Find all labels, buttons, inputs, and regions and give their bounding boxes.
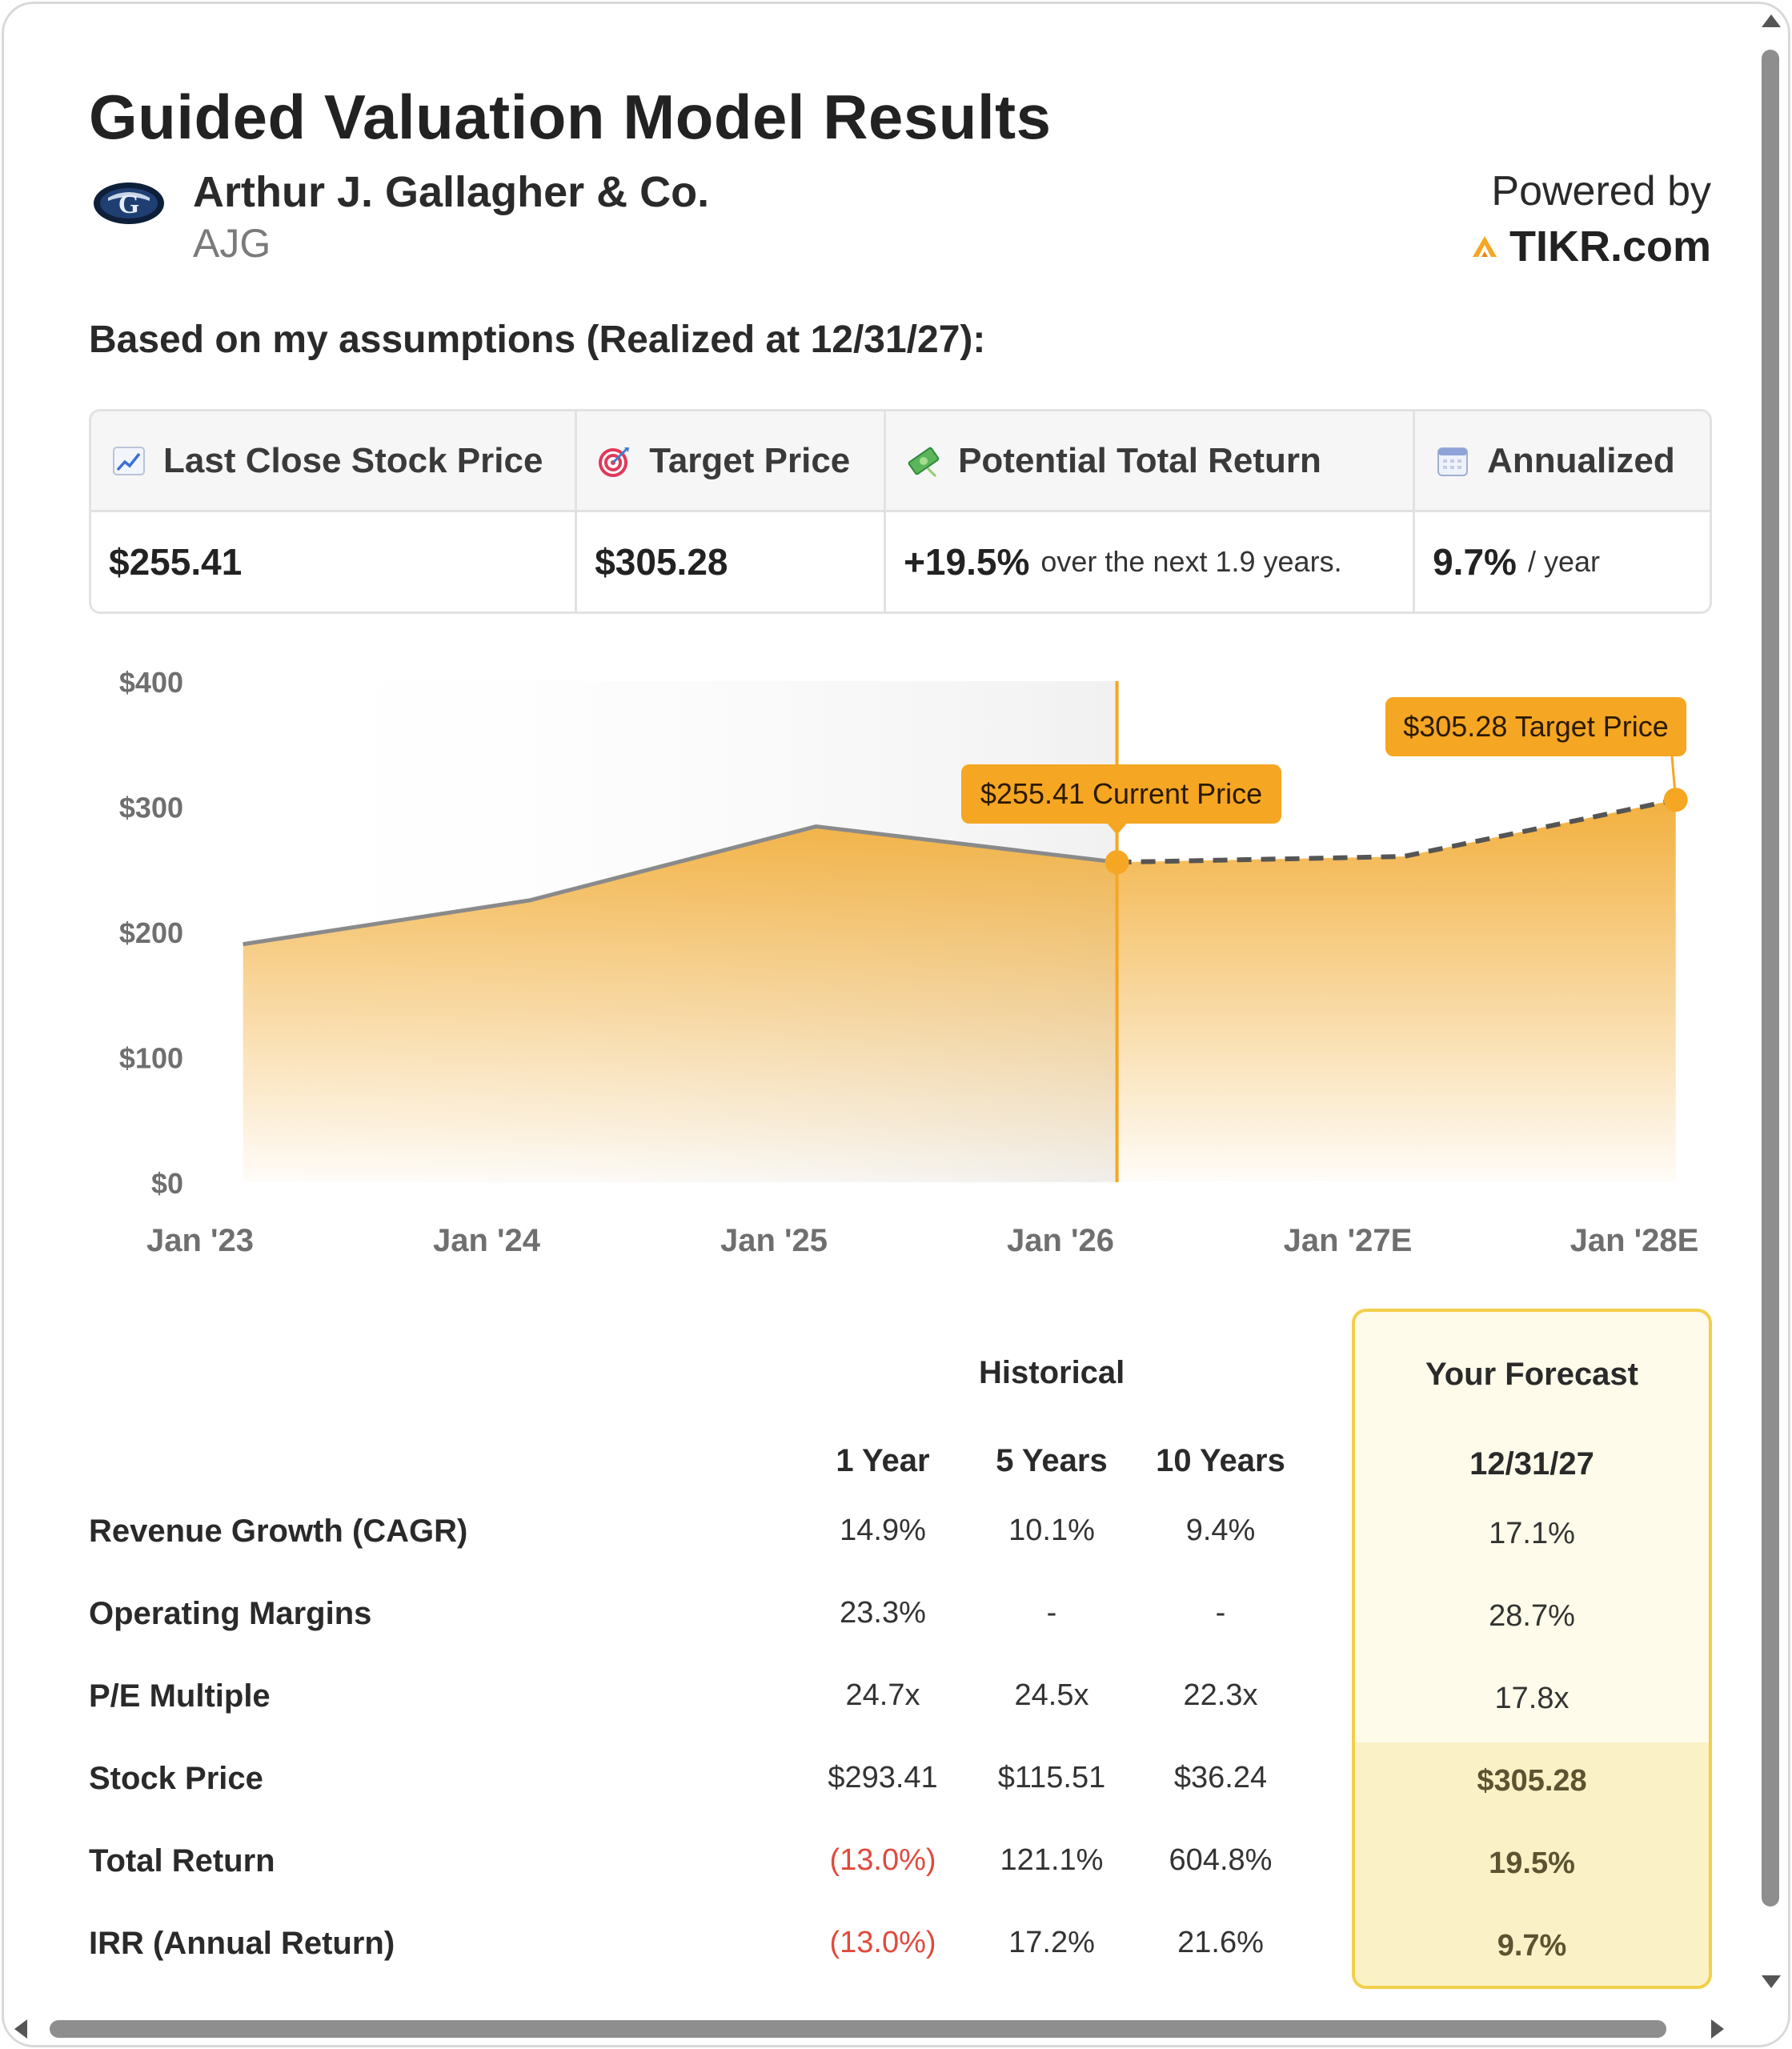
y-tick-label: $100: [119, 1042, 183, 1075]
row-label-stock-price: Stock Price: [89, 1761, 263, 1796]
scroll-left-arrow-icon[interactable]: [14, 2019, 27, 2039]
scroll-down-arrow-icon[interactable]: [1762, 1975, 1781, 1988]
x-tick-label: Jan '26: [1007, 1223, 1114, 1258]
table-cell: $115.51: [997, 1761, 1106, 1794]
tikr-logo-icon: [1472, 236, 1497, 257]
table-cell: $36.24: [1173, 1761, 1268, 1794]
horizontal-scroll-thumb[interactable]: [50, 2020, 1666, 2038]
summary-last-close: Last Close Stock Price $255.41: [91, 411, 578, 611]
row-label-irr: IRR (Annual Return): [89, 1926, 395, 1961]
scroll-right-arrow-icon[interactable]: [1711, 2019, 1724, 2039]
scroll-up-arrow-icon[interactable]: [1762, 14, 1781, 27]
y-tick-label: $400: [119, 666, 183, 699]
col-header-10-years: 10 Years: [1156, 1443, 1285, 1478]
x-tick-label: Jan '25: [720, 1223, 828, 1258]
tikr-brand-text: TIKR.com: [1509, 223, 1711, 271]
table-cell: 121.1%: [1000, 1843, 1104, 1877]
forecast-cell: 9.7%: [1497, 1929, 1567, 1963]
x-axis: Jan '23 Jan '24 Jan '25 Jan '26 Jan '27E Jan …: [146, 1223, 1698, 1258]
summary-header: Target Price: [577, 411, 884, 512]
forecast-cell: 17.1%: [1489, 1517, 1575, 1550]
assumptions-heading: Based on my assumptions (Realized at 12/…: [89, 319, 986, 361]
table-cell: (13.0%): [829, 1926, 936, 1959]
summary-potential: Potential Total Return +19.5% over the n…: [886, 411, 1416, 611]
table-cell: 24.5x: [1014, 1678, 1089, 1712]
summary-header: Last Close Stock Price: [91, 411, 575, 512]
money-icon: [908, 447, 940, 477]
last-close-value: $255.41: [109, 541, 243, 583]
y-axis: $400 $300 $200 $100 $0: [119, 666, 183, 1200]
row-label-revenue-growth: Revenue Growth (CAGR): [89, 1514, 468, 1549]
tikr-brand[interactable]: TIKR.com: [1471, 222, 1711, 271]
col-header-1-year: 1 Year: [836, 1443, 930, 1478]
forecast-cell: 17.8x: [1494, 1682, 1570, 1715]
table-cell: -: [1046, 1596, 1057, 1630]
forecast-header: Your Forecast: [1425, 1357, 1638, 1392]
horizontal-scrollbar[interactable]: [0, 2009, 1792, 2049]
summary-annualized: Annualized 9.7% / year: [1415, 411, 1710, 611]
target-icon: [599, 447, 630, 477]
table-cell: 17.2%: [1008, 1926, 1095, 1959]
row-label-total-return: Total Return: [89, 1843, 275, 1879]
y-tick-label: $300: [119, 792, 183, 824]
summary-header: Annualized: [1415, 411, 1710, 512]
company-ticker: AJG: [193, 221, 271, 266]
current-price-label: $255.41 Current Price: [980, 777, 1262, 810]
svg-text:G: G: [118, 190, 139, 219]
table-cell: 10.1%: [1008, 1514, 1095, 1547]
historical-header: Historical: [979, 1355, 1125, 1390]
x-tick-label: Jan '23: [146, 1223, 254, 1258]
summary-target: Target Price $305.28: [577, 411, 887, 611]
chart-increasing-icon: [113, 446, 145, 475]
table-cell: 22.3x: [1183, 1678, 1258, 1712]
x-tick-label: Jan '27E: [1284, 1223, 1413, 1258]
table-cell: (13.0%): [829, 1843, 936, 1877]
row-label-operating-margins: Operating Margins: [89, 1596, 372, 1631]
row-label-pe-multiple: P/E Multiple: [89, 1678, 271, 1714]
page-title: Guided Valuation Model Results: [89, 82, 1052, 152]
x-tick-label: Jan '28E: [1570, 1223, 1699, 1258]
company-name: Arthur J. Gallagher & Co.: [193, 168, 710, 216]
potential-value: +19.5% over the next 1.9 years.: [904, 541, 1342, 583]
table-cell: 14.9%: [840, 1514, 926, 1547]
vertical-scrollbar[interactable]: [1751, 0, 1792, 2009]
col-header-forecast-date: 12/31/27: [1469, 1446, 1594, 1482]
table-cell: 24.7x: [845, 1678, 920, 1712]
target-value: $305.28: [595, 541, 728, 583]
summary-header: Potential Total Return: [886, 411, 1413, 512]
forecast-cell: $305.28: [1477, 1764, 1587, 1798]
calendar-icon: [1437, 447, 1469, 476]
vertical-scroll-thumb[interactable]: [1762, 50, 1779, 1907]
y-tick-label: $200: [119, 916, 183, 949]
table-cell: 21.6%: [1177, 1926, 1264, 1959]
x-tick-label: Jan '24: [433, 1223, 541, 1258]
y-tick-label: $0: [151, 1167, 183, 1200]
company-logo: G: [94, 182, 164, 224]
table-cell: 604.8%: [1169, 1843, 1273, 1877]
col-header-5-years: 5 Years: [996, 1443, 1108, 1478]
target-price-label: $305.28 Target Price: [1403, 710, 1669, 743]
forecast-cell: 28.7%: [1489, 1599, 1575, 1633]
annualized-value: 9.7% / year: [1433, 541, 1600, 583]
price-chart[interactable]: $400 $300 $200 $100 $0 Jan '23 Jan '24 Jan '25…: [4, 644, 1790, 1285]
table-cell: 9.4%: [1185, 1514, 1256, 1547]
forecast-cell: 19.5%: [1489, 1847, 1575, 1880]
results-card: Guided Valuation Model Results G Arthur …: [2, 2, 1790, 2047]
table-cell: -: [1215, 1596, 1226, 1630]
powered-by[interactable]: Powered by TIKR.com: [1471, 167, 1711, 271]
table-cell: $293.41: [828, 1761, 938, 1794]
summary-table: Last Close Stock Price $255.41 Target Pr…: [89, 409, 1712, 614]
table-cell: 23.3%: [840, 1596, 926, 1630]
forecast-panel: [1352, 1309, 1712, 1989]
powered-by-label: Powered by: [1491, 168, 1711, 215]
